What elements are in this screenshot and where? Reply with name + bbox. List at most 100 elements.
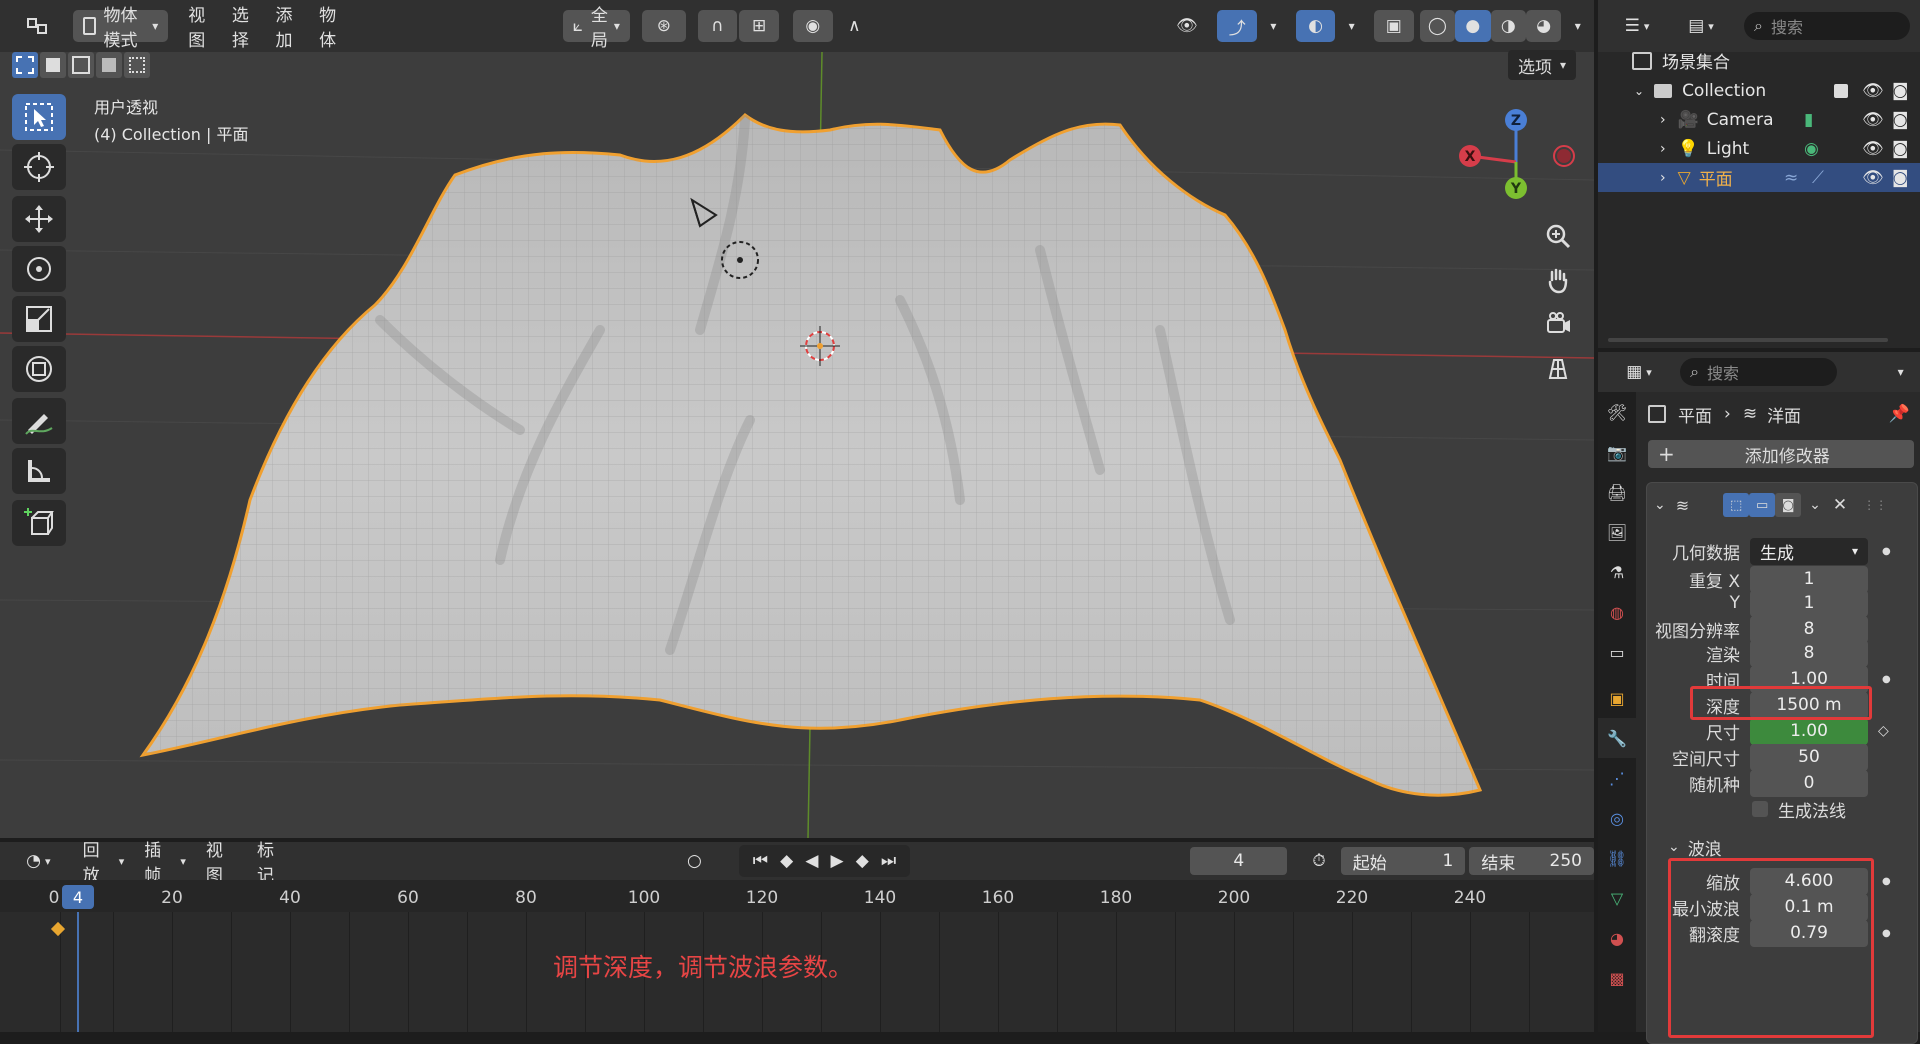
menu-add[interactable]: 添加 — [265, 6, 309, 51]
mode-dropdown[interactable]: 物体模式 ▾ — [73, 6, 169, 51]
animate-dot-icon[interactable]: ● — [1882, 876, 1891, 887]
timeline-menu-marker[interactable]: 标记 — [247, 841, 298, 886]
select-extend-button[interactable] — [40, 52, 66, 78]
current-frame-field[interactable]: 4 — [1190, 847, 1288, 875]
preview-range-toggle[interactable]: ⏱ — [1297, 845, 1340, 877]
animate-dot-icon[interactable]: ● — [1882, 546, 1891, 557]
random-seed-field[interactable]: 0 — [1750, 769, 1868, 797]
drag-handle-icon[interactable]: ⋮⋮ — [1863, 498, 1887, 512]
gizmo-dropdown[interactable]: ▾ — [1257, 10, 1290, 42]
options-dropdown[interactable]: 选项 ▾ — [1508, 50, 1577, 80]
animate-dot-icon[interactable]: ● — [1882, 674, 1891, 685]
play-icon[interactable]: ▶ — [831, 851, 844, 871]
timeline-menu-keying[interactable]: 插帧 ▾ — [134, 841, 196, 886]
move-tool[interactable] — [12, 196, 66, 242]
render-camera-icon[interactable]: ◙ — [1892, 81, 1909, 101]
render-camera-icon[interactable]: ◙ — [1892, 139, 1909, 159]
play-reverse-icon[interactable]: ◀ — [805, 851, 818, 871]
select-subtract-button[interactable] — [68, 52, 94, 78]
camera-data-icon[interactable]: ▮ — [1804, 110, 1813, 130]
timeline-menu-view[interactable]: 视图 — [196, 841, 247, 886]
select-intersect-button[interactable] — [124, 52, 150, 78]
tab-material[interactable]: ◕ — [1598, 918, 1636, 958]
generate-normals-checkbox[interactable] — [1752, 801, 1768, 817]
pan-button[interactable] — [1538, 260, 1578, 300]
menu-object[interactable]: 物体 — [309, 6, 353, 51]
render-toggle[interactable]: ◙ — [1775, 493, 1802, 517]
outliner-row-camera[interactable]: › 🎥 Camera ▮ 👁 ◙ — [1598, 105, 1920, 134]
outliner-row-scene-collection[interactable]: 场景集合 — [1598, 46, 1920, 75]
eye-icon[interactable]: 👁 — [1862, 81, 1884, 101]
navigation-gizmo[interactable]: Z X Y — [1448, 104, 1578, 214]
spatial-size-field[interactable]: 50 — [1750, 743, 1868, 771]
properties-search-input[interactable]: ⌕ 搜索 — [1680, 358, 1838, 386]
xray-toggle[interactable]: ▣ — [1373, 10, 1414, 42]
shading-rendered-button[interactable]: ◕ — [1525, 10, 1562, 42]
editor-type-button[interactable] — [14, 10, 59, 42]
overlays-toggle[interactable]: ◐ — [1295, 10, 1336, 42]
shading-solid-button[interactable]: ● — [1455, 10, 1491, 42]
annotate-tool[interactable] — [12, 398, 66, 444]
tab-collection[interactable]: ▭ — [1598, 632, 1636, 672]
add-cube-tool[interactable] — [12, 500, 66, 546]
render-camera-icon[interactable]: ◙ — [1892, 110, 1909, 130]
timeline-editor[interactable]: ◔ ▾ 回放 ▾ 插帧 ▾ 视图 标记 ○ ⏮ ◆ ◀ ▶ ◆ ⏭ 4 ⏱ 起始 1 … — [0, 841, 1594, 1032]
shading-material-button[interactable]: ◑ — [1490, 10, 1526, 42]
falloff-button[interactable]: ∧ — [835, 10, 875, 42]
tab-view-layer[interactable]: 🖼 — [1598, 512, 1636, 552]
snap-type-button[interactable]: ⊞ — [739, 10, 779, 42]
jump-start-icon[interactable]: ⏮ — [753, 851, 768, 871]
tab-world[interactable]: ◍ — [1598, 592, 1636, 632]
outliner-row-collection[interactable]: ⌄ Collection 👁 ◙ — [1598, 76, 1920, 105]
select-invert-button[interactable] — [96, 52, 122, 78]
menu-select[interactable]: 选择 — [222, 6, 266, 51]
timeline-ruler[interactable]: 0 20 40 60 80 100 120 140 160 180 200 22… — [0, 880, 1594, 912]
rotate-tool[interactable] — [12, 246, 66, 292]
playhead-frame-label[interactable]: 4 — [62, 885, 94, 909]
viewport-display-toggle[interactable]: ▭ — [1749, 493, 1776, 517]
properties-options-dropdown[interactable]: ▾ — [1881, 356, 1920, 388]
eye-icon[interactable]: 👁 — [1862, 168, 1884, 188]
light-data-icon[interactable]: ◉ — [1804, 139, 1819, 159]
render-resolution-field[interactable]: 8 — [1750, 639, 1868, 667]
display-mode-button[interactable]: ▤ ▾ — [1672, 10, 1730, 42]
proportional-edit-toggle[interactable]: ◉ — [792, 10, 833, 42]
auto-keying-toggle[interactable]: ○ — [668, 845, 721, 877]
end-frame-field[interactable]: 结束 250 — [1469, 847, 1594, 875]
chevron-down-icon[interactable]: ⌄ — [1809, 497, 1821, 513]
outliner-scrollbar[interactable] — [1608, 338, 1888, 342]
shading-dropdown[interactable]: ▾ — [1561, 10, 1594, 42]
snap-toggle[interactable]: ∩ — [697, 10, 738, 42]
eye-icon[interactable]: 👁 — [1862, 139, 1884, 159]
tab-tool[interactable]: 🛠 — [1598, 392, 1636, 432]
shading-wireframe-button[interactable]: ◯ — [1419, 10, 1456, 42]
checkbox-icon[interactable] — [1834, 83, 1848, 98]
outliner-row-light[interactable]: › 💡 Light ◉ 👁 ◙ — [1598, 134, 1920, 163]
outliner-editor[interactable]: ☰ ▾ ▤ ▾ ⌕ 搜索 场景集合 ⌄ Collection 👁 ◙ › 🎥 Cam… — [1598, 0, 1920, 348]
scale-tool[interactable] — [12, 296, 66, 342]
pivot-point-button[interactable]: ⊛ — [641, 10, 686, 42]
tab-render[interactable]: 📷 — [1598, 432, 1636, 472]
menu-view[interactable]: 视图 — [178, 6, 222, 51]
3d-viewport[interactable]: 物体模式 ▾ 视图 选择 添加 物体 ⟀ 全局 ▾ ⊛ ∩ ⊞ ◉ ∧ 👁 ⤴ … — [0, 0, 1594, 838]
tab-output[interactable]: 🖨 — [1598, 472, 1636, 512]
keyframe-marker[interactable] — [50, 921, 66, 937]
repeat-y-field[interactable]: 1 — [1750, 589, 1868, 617]
gizmo-toggle[interactable]: ⤴ — [1217, 10, 1258, 42]
outliner-search-input[interactable]: ⌕ 搜索 — [1744, 12, 1910, 40]
size-field[interactable]: 1.00 — [1750, 717, 1868, 745]
ortho-toggle-button[interactable] — [1538, 348, 1578, 388]
geometry-dropdown[interactable]: 生成 ▾ — [1750, 537, 1868, 565]
start-frame-field[interactable]: 起始 1 — [1340, 847, 1466, 875]
chevron-down-icon[interactable]: ⌄ — [1654, 497, 1666, 513]
tab-modifiers[interactable]: 🔧 — [1598, 718, 1636, 758]
outliner-row-plane[interactable]: › ▽ 平面 ≈ ⟋ 👁 ◙ — [1598, 163, 1920, 192]
tab-particles[interactable]: ⋰ — [1598, 758, 1636, 798]
prev-keyframe-icon[interactable]: ◆ — [780, 851, 793, 871]
measure-tool[interactable] — [12, 448, 66, 494]
timeline-editor-type-button[interactable]: ◔ ▾ — [12, 845, 65, 877]
tab-physics[interactable]: ◎ — [1598, 798, 1636, 838]
tab-texture[interactable]: ▩ — [1598, 958, 1636, 998]
visibility-dropdown[interactable]: 👁 — [1164, 10, 1209, 42]
select-box-tool[interactable] — [12, 94, 66, 140]
